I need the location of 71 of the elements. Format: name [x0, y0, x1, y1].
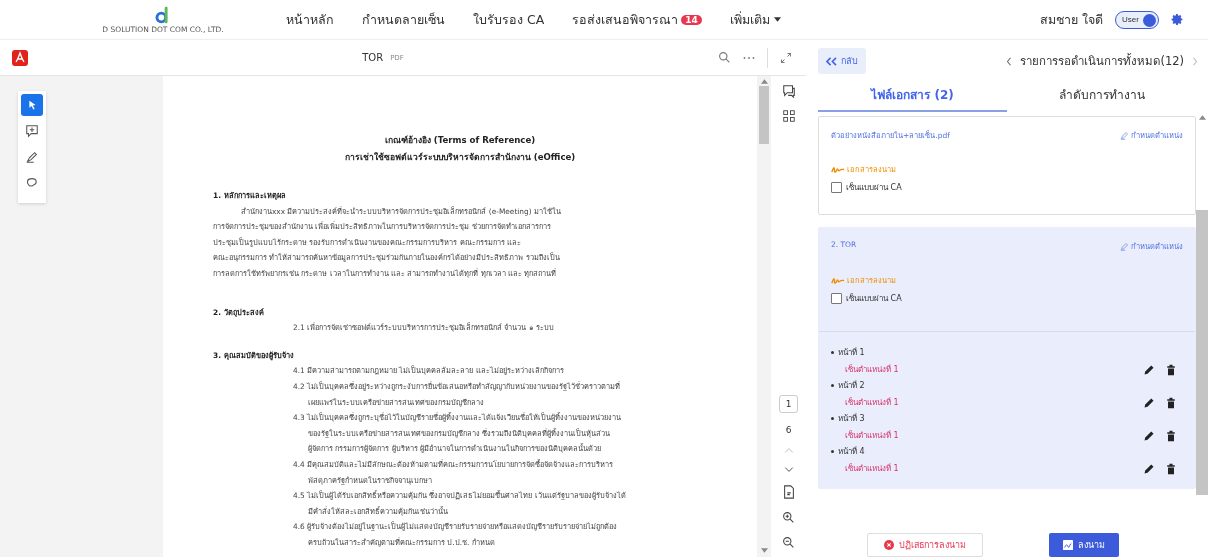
- role-switch[interactable]: User: [1115, 10, 1159, 29]
- signature-icon: [831, 275, 845, 285]
- document-text: การเช่าใช้ซอฟต์แวร์ระบบบริหารจัดการสำนักงาน (eOffice): [343, 151, 577, 164]
- pending-list-title: รายการรอดำเนินการทั้งหมด(12): [1020, 52, 1184, 70]
- tab[interactable]: ไฟล์เอกสาร (2): [818, 78, 1007, 112]
- previous-icon[interactable]: [1006, 56, 1013, 66]
- lasso-icon: [25, 176, 39, 190]
- checkbox[interactable]: [831, 182, 842, 193]
- scroll-up-icon[interactable]: [1198, 115, 1206, 120]
- settings-icon[interactable]: [1171, 13, 1184, 26]
- delete-icon[interactable]: [1165, 363, 1177, 376]
- pen-icon: [1120, 241, 1129, 251]
- document-icon[interactable]: [781, 485, 796, 499]
- add-comment-icon: [25, 124, 39, 138]
- delete-icon[interactable]: [1165, 396, 1177, 409]
- edit-icon[interactable]: [1143, 429, 1155, 442]
- delete-icon[interactable]: [1165, 462, 1177, 475]
- nav-link[interactable]: เพิ่มเติม: [729, 9, 781, 30]
- nav-link[interactable]: รอส่งเสนอพิจารณา 14: [572, 9, 702, 30]
- signature-position[interactable]: เซ็นตำแหน่งที่ 1: [845, 363, 1133, 376]
- bullet-icon: [831, 351, 834, 354]
- document-title: TOR: [362, 52, 384, 63]
- close-icon: [884, 540, 894, 550]
- edit-icon[interactable]: [1143, 462, 1155, 475]
- signature-icon: [1063, 540, 1073, 550]
- user-name: สมชาย ใจดี: [1040, 10, 1103, 29]
- grid-icon[interactable]: [782, 110, 795, 122]
- page-number-field[interactable]: 1: [778, 395, 799, 413]
- caret-icon: [773, 17, 781, 22]
- signature-icon: [831, 164, 845, 174]
- nav-link[interactable]: ใบรับรอง CA: [473, 9, 545, 30]
- checkbox[interactable]: [831, 293, 842, 304]
- scrollbar-thumb[interactable]: [1196, 210, 1208, 495]
- reject-button[interactable]: ปฏิเสธการลงนาม: [867, 533, 983, 557]
- nav-link[interactable]: หน้าหลัก: [286, 9, 334, 30]
- scrollbar-thumb[interactable]: [759, 86, 769, 144]
- double-chevron-icon: [826, 56, 837, 66]
- pen-icon: [1120, 130, 1129, 140]
- expand-icon[interactable]: [780, 51, 792, 64]
- bullet-icon: [831, 384, 834, 387]
- edit-icon[interactable]: [1143, 396, 1155, 409]
- page-label: หน้าที่ 4: [838, 445, 865, 458]
- select-tool[interactable]: [21, 94, 43, 116]
- bullet-icon: [831, 417, 834, 420]
- signature-position[interactable]: เซ็นตำแหน่งที่ 1: [845, 429, 1133, 442]
- nav-link[interactable]: กำหนดลายเซ็น: [362, 9, 445, 30]
- more-icon[interactable]: [743, 55, 755, 60]
- pen-icon: [25, 150, 39, 164]
- sign-button[interactable]: ลงนาม: [1049, 533, 1119, 557]
- comment-icon[interactable]: [781, 84, 796, 98]
- signature-position[interactable]: เซ็นตำแหน่งที่ 1: [845, 462, 1133, 475]
- delete-icon[interactable]: [1165, 429, 1177, 442]
- page-label: หน้าที่ 1: [838, 346, 865, 359]
- search-icon[interactable]: [718, 51, 731, 64]
- edit-icon[interactable]: [1143, 363, 1155, 376]
- page-label: หน้าที่ 3: [838, 412, 865, 425]
- scroll-down-icon[interactable]: [760, 548, 768, 553]
- checkbox-label: เซ็นแบบผ่าน CA: [846, 292, 902, 305]
- signature-position[interactable]: เซ็นตำแหน่งที่ 1: [845, 396, 1133, 409]
- next-page-icon[interactable]: [783, 466, 794, 473]
- document-text: เกณฑ์อ้างอิง (Terms of Reference): [383, 134, 537, 147]
- tab[interactable]: ลำดับการทำงาน: [1007, 78, 1196, 112]
- bullet-icon: [831, 450, 834, 453]
- scroll-up-icon[interactable]: [760, 79, 768, 84]
- pdf-icon: [12, 49, 28, 66]
- page-label: หน้าที่ 2: [838, 379, 865, 392]
- page-count: 6: [785, 425, 792, 435]
- zoom-in-icon[interactable]: [782, 511, 795, 524]
- back-button[interactable]: กลับ: [818, 48, 866, 74]
- checkbox-label: เซ็นแบบผ่าน CA: [846, 181, 902, 194]
- zoom-out-icon[interactable]: [782, 536, 795, 549]
